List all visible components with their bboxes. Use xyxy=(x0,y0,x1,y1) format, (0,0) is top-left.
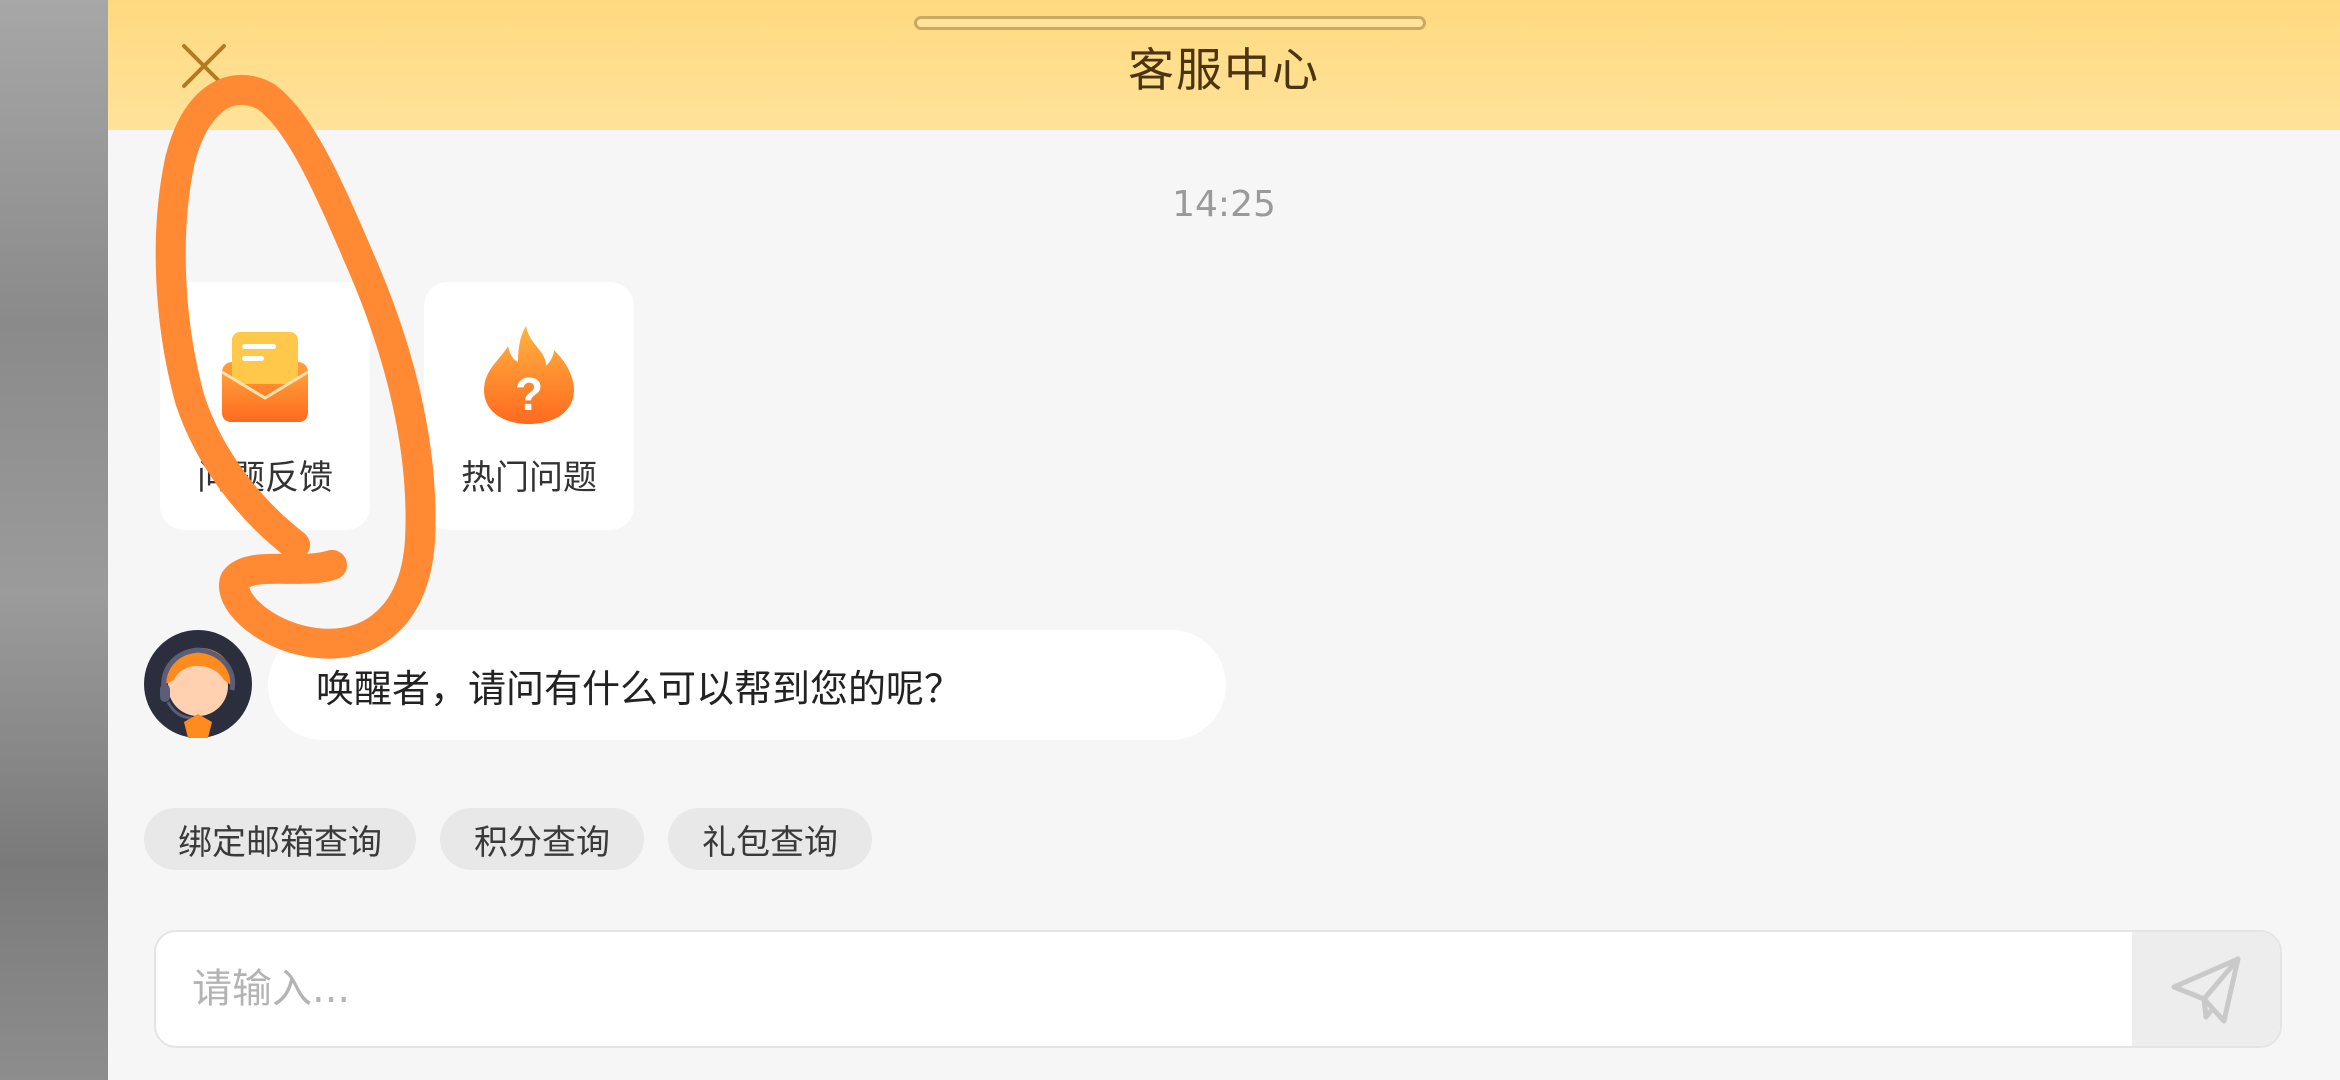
panel-header: 客服中心 xyxy=(108,0,2340,130)
send-icon xyxy=(2171,956,2241,1024)
background-strip xyxy=(0,0,108,1080)
quick-action-label: 热门问题 xyxy=(461,458,597,498)
quick-action-feedback[interactable]: 问题反馈 xyxy=(160,282,370,530)
suggestion-chips: 绑定邮箱查询 积分查询 礼包查询 xyxy=(144,808,872,870)
message-input-bar xyxy=(154,930,2282,1048)
drag-handle[interactable] xyxy=(914,16,1426,30)
suggestion-chip-email[interactable]: 绑定邮箱查询 xyxy=(144,808,416,870)
agent-message-bubble: 唤醒者，请问有什么可以帮到您的呢？ xyxy=(268,630,1226,740)
message-timestamp: 14:25 xyxy=(1172,184,1276,225)
message-input[interactable] xyxy=(156,932,2134,1046)
agent-avatar xyxy=(144,630,252,738)
mail-envelope-icon xyxy=(210,320,320,430)
send-button[interactable] xyxy=(2132,932,2280,1046)
svg-text:?: ? xyxy=(515,368,543,420)
customer-service-panel: 客服中心 14:25 问题反馈 ? 热门问题 唤醒者，请问有什么可以帮到您的呢？… xyxy=(108,0,2340,1080)
quick-action-hot-questions[interactable]: ? 热门问题 xyxy=(424,282,634,530)
quick-action-label: 问题反馈 xyxy=(197,458,333,498)
fire-question-icon: ? xyxy=(474,320,584,430)
page-title: 客服中心 xyxy=(1128,43,1320,97)
suggestion-chip-gift[interactable]: 礼包查询 xyxy=(668,808,872,870)
suggestion-chip-points[interactable]: 积分查询 xyxy=(440,808,644,870)
